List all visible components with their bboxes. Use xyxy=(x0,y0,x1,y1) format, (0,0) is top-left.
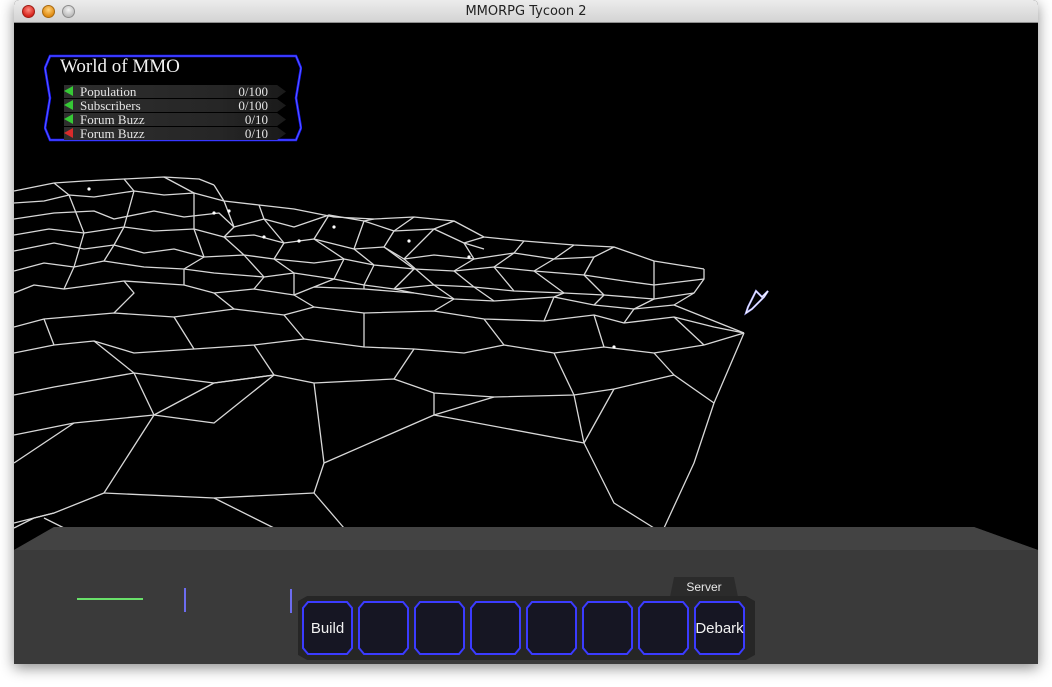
trend-up-arrow-icon xyxy=(64,114,73,124)
scale-marker xyxy=(184,588,186,612)
world-name-title: World of MMO xyxy=(60,56,180,77)
action-slot-5[interactable] xyxy=(526,601,577,655)
stat-row-forum-buzz[interactable]: Forum Buzz 0/10 xyxy=(64,113,286,126)
action-bar: Build Debark xyxy=(298,596,755,660)
action-slot-6[interactable] xyxy=(582,601,633,655)
slot-label: Build xyxy=(310,620,345,637)
stat-value: 0/10 xyxy=(244,112,268,127)
stat-value: 0/100 xyxy=(238,84,268,99)
title-bar[interactable]: MMORPG Tycoon 2 xyxy=(14,0,1038,23)
progress-line-marker xyxy=(77,598,143,600)
trend-up-arrow-icon xyxy=(64,100,73,110)
slot-label: Debark xyxy=(695,620,744,637)
stat-row-population[interactable]: Population 0/100 xyxy=(64,85,286,98)
stat-value: 0/10 xyxy=(244,126,268,141)
stat-label: Subscribers xyxy=(80,98,141,113)
hud-floor-shade xyxy=(14,527,1038,550)
stat-row-subscribers[interactable]: Subscribers 0/100 xyxy=(64,99,286,112)
stat-label: Population xyxy=(80,84,137,99)
build-button[interactable]: Build xyxy=(302,601,353,655)
action-slot-2[interactable] xyxy=(358,601,409,655)
debark-button[interactable]: Debark xyxy=(694,601,745,655)
action-slot-7[interactable] xyxy=(638,601,689,655)
stat-row-forum-buzz-negative[interactable]: Forum Buzz 0/10 xyxy=(64,127,286,140)
window-title: MMORPG Tycoon 2 xyxy=(465,4,587,19)
server-tab-label: Server xyxy=(686,580,722,594)
action-slot-3[interactable] xyxy=(414,601,465,655)
sword-cursor-icon xyxy=(744,289,769,316)
stat-label: Forum Buzz xyxy=(80,112,145,127)
action-slot-4[interactable] xyxy=(470,601,521,655)
stat-value: 0/100 xyxy=(238,98,268,113)
world-stats-panel: World of MMO Population 0/100 Subscriber… xyxy=(44,54,302,142)
scale-marker xyxy=(290,589,292,613)
trend-up-arrow-icon xyxy=(64,86,73,96)
stat-label: Forum Buzz xyxy=(80,126,145,141)
trend-down-arrow-icon xyxy=(64,128,73,138)
game-window: MMORPG Tycoon 2 World of MMO Population … xyxy=(14,0,1038,664)
game-viewport[interactable]: World of MMO Population 0/100 Subscriber… xyxy=(14,23,1038,664)
server-tab[interactable]: Server xyxy=(670,577,738,597)
voronoi-terrain-mesh[interactable] xyxy=(14,176,745,529)
